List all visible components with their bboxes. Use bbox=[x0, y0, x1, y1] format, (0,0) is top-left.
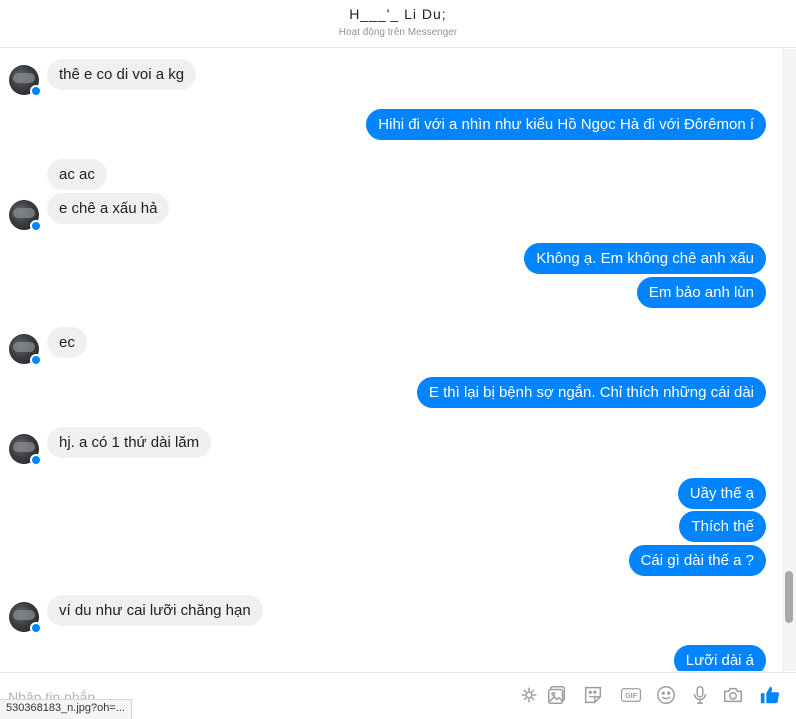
contact-avatar[interactable] bbox=[9, 200, 42, 232]
contact-name[interactable]: H___'_ Li Du; bbox=[0, 6, 796, 22]
camera-icon[interactable] bbox=[721, 683, 745, 707]
thread-scrollbar[interactable] bbox=[782, 49, 796, 671]
messenger-badge-icon bbox=[30, 354, 42, 366]
messenger-badge-icon bbox=[30, 85, 42, 97]
message-bubble-incoming[interactable]: e chê a xấu hả bbox=[47, 193, 170, 224]
message-bubble-outgoing[interactable]: Thích thế bbox=[679, 511, 766, 542]
contact-avatar[interactable] bbox=[9, 434, 42, 466]
sticker-icon[interactable] bbox=[581, 683, 605, 707]
message-bubble-outgoing[interactable]: E thì lại bị bệnh sợ ngắn. Chỉ thích nhữ… bbox=[416, 377, 766, 408]
message-bubble-outgoing[interactable]: Không ạ. Em không chê anh xấu bbox=[524, 243, 766, 274]
message-bubble-incoming[interactable]: ac ac bbox=[47, 159, 107, 190]
message-bubble-incoming[interactable]: hj. a có 1 thứ dài lăm bbox=[47, 427, 212, 458]
message-bubble-outgoing[interactable]: Lưỡi dài á bbox=[673, 645, 766, 671]
contact-avatar[interactable] bbox=[9, 334, 42, 366]
microphone-icon[interactable] bbox=[688, 683, 712, 707]
message-bubble-outgoing[interactable]: Cái gì dài thế a ? bbox=[628, 545, 766, 576]
message-bubble-outgoing[interactable]: Uầy thế ạ bbox=[677, 478, 766, 509]
gif-icon[interactable]: GIF bbox=[617, 683, 645, 707]
message-bubble-incoming[interactable]: thê e co di voi a kg bbox=[47, 59, 197, 90]
messenger-badge-icon bbox=[30, 220, 42, 232]
status-url-bar: 530368183_n.jpg?oh=... bbox=[0, 699, 132, 719]
message-bubble-outgoing[interactable]: Em bảo anh lùn bbox=[636, 277, 766, 308]
gif-label: GIF bbox=[625, 693, 637, 700]
message-bubble-outgoing[interactable]: Hihi đi với a nhìn như kiểu Hồ Ngọc Hà đ… bbox=[366, 109, 766, 140]
thumbs-up-icon[interactable] bbox=[758, 683, 782, 707]
emoji-sticker-icon[interactable] bbox=[517, 683, 541, 707]
image-icon[interactable] bbox=[545, 683, 569, 707]
conversation-header: H___'_ Li Du; Hoạt động trên Messenger bbox=[0, 0, 796, 48]
message-bubble-incoming[interactable]: ec bbox=[47, 327, 87, 358]
messenger-badge-icon bbox=[30, 454, 42, 466]
message-thread[interactable]: thê e co di voi a kg Hihi đi với a nhìn … bbox=[0, 49, 780, 671]
contact-avatar[interactable] bbox=[9, 602, 42, 634]
scrollbar-thumb[interactable] bbox=[785, 571, 793, 623]
smiley-icon[interactable] bbox=[654, 683, 678, 707]
messenger-badge-icon bbox=[30, 622, 42, 634]
contact-avatar[interactable] bbox=[9, 65, 42, 97]
message-bubble-incoming[interactable]: ví du như cai lưỡi chăng hạn bbox=[47, 595, 263, 626]
active-status: Hoạt động trên Messenger bbox=[338, 27, 458, 38]
